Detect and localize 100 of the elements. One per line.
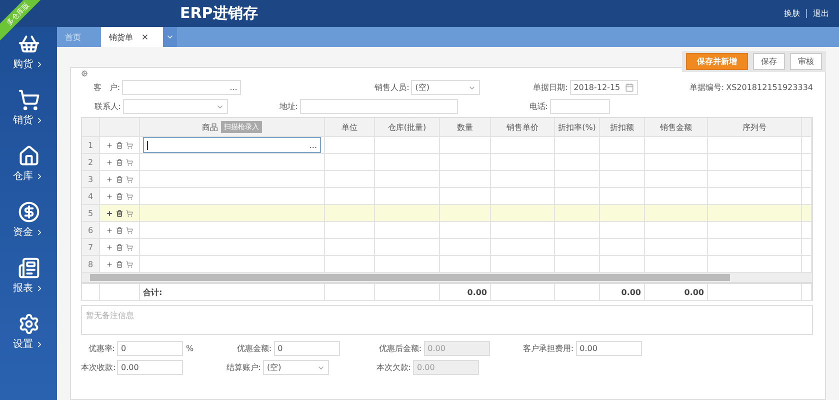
delete-row-icon[interactable] [116, 244, 123, 250]
cart-icon[interactable] [126, 142, 133, 148]
chevron-icon [35, 60, 44, 68]
row-number: 6 [82, 222, 100, 239]
unit-label: % [186, 344, 194, 353]
table-cell [491, 137, 555, 154]
sidebar-item[interactable]: 报表 [0, 257, 57, 313]
settings-icon[interactable] [81, 70, 88, 77]
total-cell: 0.00 [440, 284, 491, 301]
row-number: 2 [82, 154, 100, 171]
add-row-icon[interactable] [106, 210, 113, 216]
header-link[interactable]: 退出 [813, 8, 829, 19]
table-cell [555, 222, 600, 239]
sidebar-item[interactable]: 仓库 [0, 145, 57, 201]
table-cell [645, 154, 708, 171]
row-number: 1 [82, 137, 100, 154]
field-label: 客 户: [92, 82, 120, 93]
settings-icon [18, 313, 40, 335]
sidebar-item[interactable]: 购货 [0, 33, 57, 89]
table-cell [440, 222, 491, 239]
column-header: 序列号 [708, 118, 802, 137]
input-field[interactable]: 0 [274, 341, 340, 356]
input-field[interactable] [300, 99, 458, 114]
report-icon [18, 257, 40, 279]
input-field[interactable]: ... [122, 80, 242, 95]
tab[interactable]: 销货单 [101, 27, 163, 47]
toolbar-button[interactable]: 审核 [790, 53, 822, 70]
input-field[interactable]: 0.00 [117, 360, 183, 375]
table-cell [440, 154, 491, 171]
row-number: 4 [82, 188, 100, 205]
header-link[interactable]: 换肤 [784, 8, 800, 19]
chevron-icon [35, 284, 44, 292]
field-label: 优惠金额: [236, 343, 272, 354]
select-field[interactable]: (空) [411, 80, 480, 95]
notes-field[interactable]: 暂无备注信息 [81, 305, 813, 335]
cart-icon[interactable] [126, 210, 133, 216]
sidebar-item[interactable]: 销货 [0, 89, 57, 145]
column-header: 折扣率(%) [555, 118, 600, 137]
delete-row-icon[interactable] [116, 158, 123, 166]
table-cell [491, 154, 555, 171]
cart-icon [18, 89, 40, 111]
table-cell [600, 171, 645, 188]
field-label: 本次欠款: [375, 362, 411, 373]
delete-row-icon[interactable] [116, 226, 123, 234]
total-label: 合计: [140, 284, 325, 301]
input-field[interactable]: 0 [117, 341, 183, 356]
toolbar-button[interactable]: 保存 [753, 53, 785, 70]
table-cell [555, 154, 600, 171]
table-cell [491, 205, 555, 222]
table-cell [375, 154, 440, 171]
cart-icon[interactable] [126, 176, 133, 182]
column-header: 单位 [325, 118, 375, 137]
select-field[interactable]: (空) [263, 360, 329, 375]
table-cell [645, 205, 708, 222]
table-cell [555, 171, 600, 188]
table-cell [375, 222, 440, 239]
delete-row-icon[interactable] [116, 142, 123, 148]
table-cell [600, 222, 645, 239]
basket-icon [18, 33, 40, 55]
select-field[interactable] [123, 99, 228, 114]
product-input[interactable]: ... [143, 137, 321, 153]
table-cell [325, 205, 375, 222]
table-cell [325, 154, 375, 171]
tab-menu-button[interactable] [163, 27, 177, 47]
field-label: 销售人员: [374, 82, 410, 93]
input-field[interactable]: 0.00 [576, 341, 642, 356]
field-label: 单据日期: [532, 82, 568, 93]
cart-icon[interactable] [126, 244, 133, 250]
chevron-icon [35, 172, 44, 180]
row-number: 7 [82, 239, 100, 256]
field-label: 优惠后金额: [378, 343, 422, 354]
cart-icon[interactable] [126, 226, 133, 234]
sidebar-item[interactable]: 设置 [0, 313, 57, 369]
total-cell: 0.00 [600, 284, 645, 301]
delete-row-icon[interactable] [116, 210, 123, 216]
column-header: 仓库(批量) [375, 118, 440, 137]
table-cell [375, 137, 440, 154]
input-field[interactable] [550, 99, 610, 114]
table-cell [375, 171, 440, 188]
cart-icon[interactable] [126, 260, 133, 268]
close-icon[interactable] [141, 33, 149, 41]
app-title: ERP进销存 [180, 4, 258, 23]
input-field[interactable]: 2018-12-15 [570, 80, 638, 95]
field-label: 优惠率: [87, 343, 115, 354]
horizontal-scrollbar[interactable] [81, 273, 813, 283]
table-cell [325, 222, 375, 239]
cart-icon[interactable] [126, 192, 133, 200]
table-cell [600, 205, 645, 222]
cart-icon[interactable] [126, 158, 133, 166]
sidebar-item[interactable]: 资金 [0, 201, 57, 257]
delete-row-icon[interactable] [116, 260, 123, 268]
chevron-icon [35, 340, 44, 348]
row-number: 3 [82, 171, 100, 188]
field-label: 本次收款: [81, 362, 115, 373]
table-cell [555, 205, 600, 222]
column-header: 销售金额 [645, 118, 708, 137]
delete-row-icon[interactable] [116, 176, 123, 182]
caret-icon [166, 33, 174, 41]
delete-row-icon[interactable] [116, 192, 123, 200]
table-cell [325, 239, 375, 256]
